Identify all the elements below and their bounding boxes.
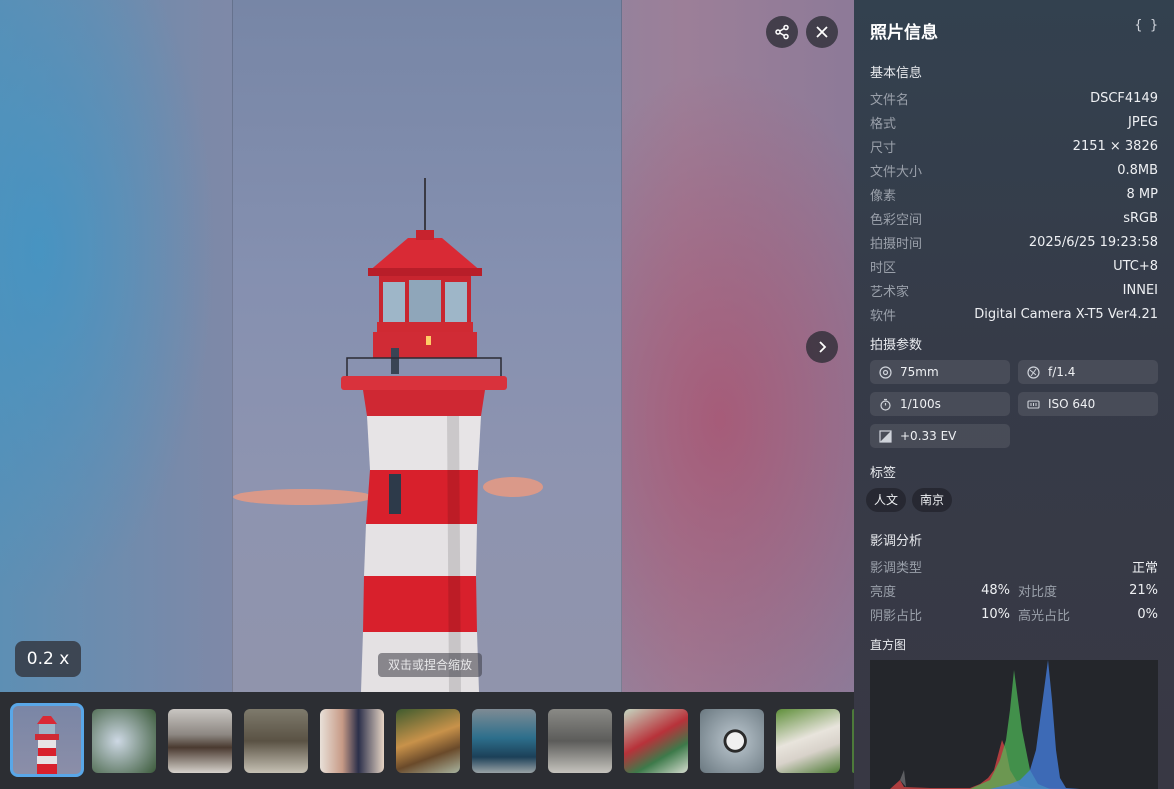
thumbnail-bears[interactable]: [244, 709, 308, 773]
exposure-icon: [878, 429, 892, 443]
share-button[interactable]: [766, 16, 798, 48]
info-row-value: INNEI: [1122, 282, 1158, 298]
info-row-key: 格式: [870, 116, 897, 132]
param-aperture: f/1.4: [1018, 360, 1158, 384]
info-row-key: 文件名: [870, 92, 910, 108]
tag-item[interactable]: 人文: [866, 488, 907, 512]
param-shutter-speed: 1/100s: [870, 392, 1010, 416]
info-row-value: DSCF4149: [1090, 90, 1158, 106]
timer-icon: [878, 397, 892, 411]
tone-type-row: 影调类型 正常: [870, 560, 1158, 576]
thumbnail-tiger[interactable]: [396, 709, 460, 773]
info-row-value: 2025/6/25 19:23:58: [1028, 234, 1158, 250]
info-row-value: sRGB: [1123, 210, 1158, 226]
info-row-value: UTC+8: [1113, 258, 1158, 274]
info-row-key: 拍摄时间: [870, 236, 923, 252]
thumbnail-strip[interactable]: [0, 692, 854, 789]
info-row-key: 像素: [870, 188, 897, 204]
section-tone-analysis: 影调分析: [870, 534, 923, 549]
thumbnail-egret[interactable]: [776, 709, 840, 773]
histogram: [870, 660, 1158, 789]
thumbnail-wire-dome[interactable]: [92, 709, 156, 773]
iso-icon: [1026, 397, 1040, 411]
tone-contrast: 对比度 21%: [1018, 582, 1158, 600]
info-row-value: 0.8MB: [1117, 162, 1158, 178]
focal-length-icon: [878, 365, 892, 379]
thumbnail-panda[interactable]: [700, 709, 764, 773]
info-row-key: 色彩空间: [870, 212, 923, 228]
info-row: 文件名 DSCF4149: [870, 86, 1158, 110]
tone-brightness: 亮度 48%: [870, 582, 1010, 600]
info-row: 时区 UTC+8: [870, 254, 1158, 278]
info-row: 文件大小 0.8MB: [870, 158, 1158, 182]
info-row-value: 8 MP: [1126, 186, 1158, 202]
thumbnail-bird[interactable]: [548, 709, 612, 773]
zoom-level-badge[interactable]: 0.2 x: [15, 641, 81, 677]
info-row: 艺术家 INNEI: [870, 278, 1158, 302]
lighthouse-photo: [233, 178, 543, 692]
info-row-key: 文件大小: [870, 164, 923, 180]
info-row-key: 尺寸: [870, 140, 897, 156]
param-exposure: +0.33 EV: [870, 424, 1010, 448]
zoom-hint: 双击或捏合缩放: [378, 653, 483, 677]
next-photo-button[interactable]: [806, 331, 838, 363]
json-view-icon[interactable]: { }: [1135, 18, 1158, 33]
info-row: 像素 8 MP: [870, 182, 1158, 206]
thumbnail-girls[interactable]: [320, 709, 384, 773]
param-iso: ISO 640: [1018, 392, 1158, 416]
info-row-key: 软件: [870, 308, 897, 324]
info-row: 色彩空间 sRGB: [870, 206, 1158, 230]
info-row: 拍摄时间 2025/6/25 19:23:58: [870, 230, 1158, 254]
thumbnail-bear[interactable]: [168, 709, 232, 773]
info-row: 尺寸 2151 × 3826: [870, 134, 1158, 158]
info-row: 软件 Digital Camera X-T5 Ver4.21: [870, 302, 1158, 326]
section-histogram: 直方图: [870, 638, 907, 652]
thumbnail-parrot[interactable]: [624, 709, 688, 773]
photo-info-panel: 照片信息 { } 基本信息 文件名 DSCF4149 格式 JPEG 尺寸 2151 × …: [854, 0, 1174, 789]
aperture-icon: [1026, 365, 1040, 379]
tone-highlight-ratio: 高光占比 0%: [1018, 606, 1158, 624]
panel-title: 照片信息: [870, 23, 938, 43]
photo-viewer[interactable]: 双击或捏合缩放 0.2 x: [0, 0, 854, 692]
info-row-value: 2151 × 3826: [1072, 138, 1158, 154]
share-icon: [775, 24, 789, 40]
histogram-graph: [870, 660, 1080, 789]
info-row-key: 艺术家: [870, 284, 910, 300]
tag-item[interactable]: 南京: [912, 488, 953, 512]
info-row: 格式 JPEG: [870, 110, 1158, 134]
section-basic-info: 基本信息: [870, 66, 923, 81]
info-row-value: JPEG: [1128, 114, 1158, 130]
thumbnail-lighthouse[interactable]: [10, 703, 84, 777]
tone-shadow-ratio: 阴影占比 10%: [870, 606, 1010, 624]
info-row-value: Digital Camera X-T5 Ver4.21: [974, 306, 1158, 322]
thumbnail-peacock[interactable]: [472, 709, 536, 773]
info-row-key: 时区: [870, 260, 897, 276]
section-tags: 标签: [870, 466, 897, 481]
close-icon: [816, 26, 828, 38]
photo[interactable]: [232, 0, 622, 692]
param-focal-length: 75mm: [870, 360, 1010, 384]
lighthouse-thumbnail-image: [35, 716, 59, 774]
chevron-right-icon: [819, 341, 827, 353]
close-button[interactable]: [806, 16, 838, 48]
section-shooting-params: 拍摄参数: [870, 338, 923, 353]
